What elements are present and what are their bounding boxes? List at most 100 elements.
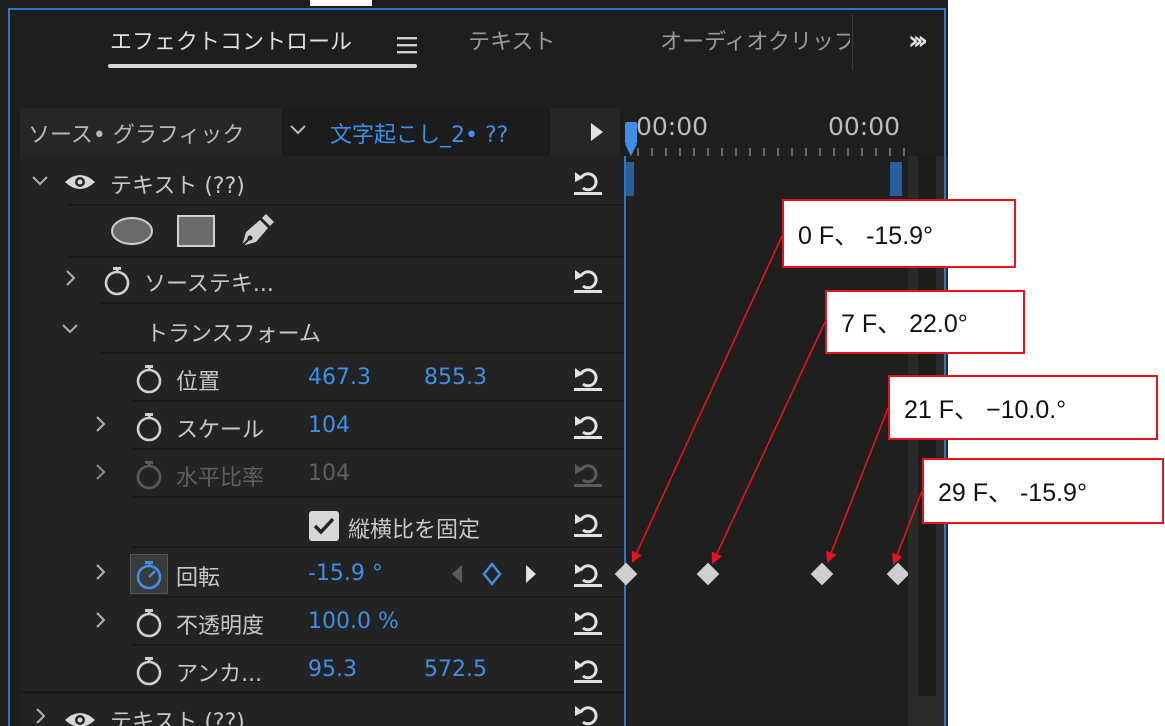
reset-icon[interactable] [572,654,604,684]
transform-label: トランスフォーム [146,322,321,347]
anchor-label: アンカ... [176,662,263,687]
reset-icon[interactable] [572,700,604,726]
stopwatch-icon[interactable] [134,411,164,443]
clip-start-marker [626,162,634,196]
parameter-list: テキスト (??) ソーステキ... トランスフォーム 位置 467.3 855… [20,156,624,726]
text-group-label: テキスト (??) [110,174,245,199]
uniform-scale-label: 縦横比を固定 [348,518,481,543]
tab-effect-controls[interactable]: エフェクトコントロール [110,24,352,56]
chevron-right-icon[interactable] [30,706,50,726]
keyframe-icon[interactable] [886,562,910,586]
play-icon[interactable] [589,122,605,142]
text-group-2-label: テキスト (??) [110,710,245,726]
source-text-label: ソーステキ... [144,272,274,297]
source-label: ソース• グラフィック [28,123,245,148]
annotation-callout: 0 F、 -15.9° [782,199,1016,268]
effect-controls-panel: エフェクトコントロール テキスト オーディオクリップ ››› ソース• グラフィ… [0,0,948,726]
row-scale-width: 水平比率 104 [20,450,624,498]
anchor-y-value[interactable]: 572.5 [424,657,487,682]
position-label: 位置 [176,370,221,395]
row-divider [132,496,624,498]
rotation-value[interactable]: -15.9 ° [308,561,383,586]
tab-text[interactable]: テキスト [468,24,555,56]
menu-icon[interactable] [397,36,417,54]
row-uniform-scale: 縦横比を固定 [20,500,624,548]
reset-icon[interactable] [572,410,604,440]
row-divider [132,546,624,548]
stopwatch-icon[interactable] [134,607,164,639]
keyframe-icon[interactable] [810,562,834,586]
next-keyframe-icon[interactable] [524,564,538,584]
rectangle-tool-icon[interactable] [176,214,216,248]
eye-icon[interactable] [64,710,96,726]
row-scale: スケール 104 [20,402,624,450]
reset-icon[interactable] [572,508,604,538]
checkbox-icon[interactable] [308,510,340,542]
annotation-text: 7 F、 22.0° [841,310,968,338]
reset-icon[interactable] [572,264,604,294]
annotation-text: 21 F、 −10.0.° [904,395,1067,424]
stopwatch-icon[interactable] [102,265,132,297]
time-ruler[interactable] [624,144,908,156]
timeline-header: 00:00 00:00 [624,108,908,156]
chevron-right-icon[interactable] [90,414,110,434]
playhead-icon[interactable] [624,122,640,158]
position-y-value[interactable]: 855.3 [424,365,487,390]
stopwatch-icon[interactable] [134,363,164,395]
timecode-start: 00:00 [636,112,709,141]
active-tab-underline [108,64,417,68]
top-notch [310,0,372,6]
annotation-callout: 7 F、 22.0° [825,290,1025,354]
opacity-label: 不透明度 [176,614,265,639]
chevron-right-icon[interactable] [90,462,110,482]
chevron-right-icon[interactable] [60,268,80,288]
stopwatch-icon [136,461,162,490]
pen-tool-icon[interactable] [236,212,276,252]
row-divider [20,691,624,694]
row-source-text[interactable]: ソーステキ... [20,256,624,304]
stopwatch-icon[interactable] [134,655,164,687]
row-position: 位置 467.3 855.3 [20,354,624,402]
chevron-down-icon[interactable] [60,318,80,338]
scale-label: スケール [176,418,265,443]
opacity-value[interactable]: 100.0 % [308,609,399,634]
reset-icon[interactable] [572,362,604,392]
reset-icon [574,464,602,487]
annotation-text: 29 F、 -15.9° [938,479,1087,507]
chevron-down-icon[interactable] [288,120,308,140]
source-row: ソース• グラフィック 文字起こし_2• ?? [20,108,620,156]
chevron-down-icon[interactable] [30,170,50,190]
overflow-icon[interactable]: ››› [908,26,928,56]
reset-icon[interactable] [572,558,604,588]
chevron-right-icon[interactable] [90,610,110,630]
anchor-x-value[interactable]: 95.3 [308,657,357,682]
annotation-text: 0 F、 -15.9° [798,221,934,250]
row-rotation: 回転 -15.9 ° [20,550,624,598]
clip-selector[interactable]: 文字起こし_2• ?? [282,108,550,156]
playhead-line [624,156,626,726]
annotation-callout: 29 F、 -15.9° [922,458,1164,524]
row-text-group[interactable]: テキスト (??) [20,158,624,206]
row-shape-tools [20,206,624,258]
chevron-right-icon[interactable] [90,562,110,582]
row-transform[interactable]: トランスフォーム [20,306,624,354]
scale-width-label: 水平比率 [176,466,265,491]
annotation-callout: 21 F、 −10.0.° [888,375,1158,440]
add-keyframe-icon[interactable] [482,562,502,586]
ellipse-tool-icon[interactable] [110,216,154,246]
scale-value[interactable]: 104 [308,413,350,438]
clip-end-marker [890,162,902,196]
row-text-group-2[interactable]: テキスト (??) [20,696,624,726]
timecode-end: 00:00 [828,112,901,141]
rotation-label: 回転 [176,566,221,591]
stopwatch-icon[interactable] [134,559,164,591]
eye-icon[interactable] [64,172,96,192]
prev-keyframe-icon[interactable] [450,564,464,584]
tab-audio-clip[interactable]: オーディオクリップ [660,24,850,56]
clip-name[interactable]: 文字起こし_2• ?? [330,117,508,149]
scale-width-value: 104 [308,461,350,486]
reset-icon[interactable] [572,166,604,196]
reset-icon[interactable] [572,606,604,636]
keyframe-icon[interactable] [696,562,720,586]
position-x-value[interactable]: 467.3 [308,365,371,390]
